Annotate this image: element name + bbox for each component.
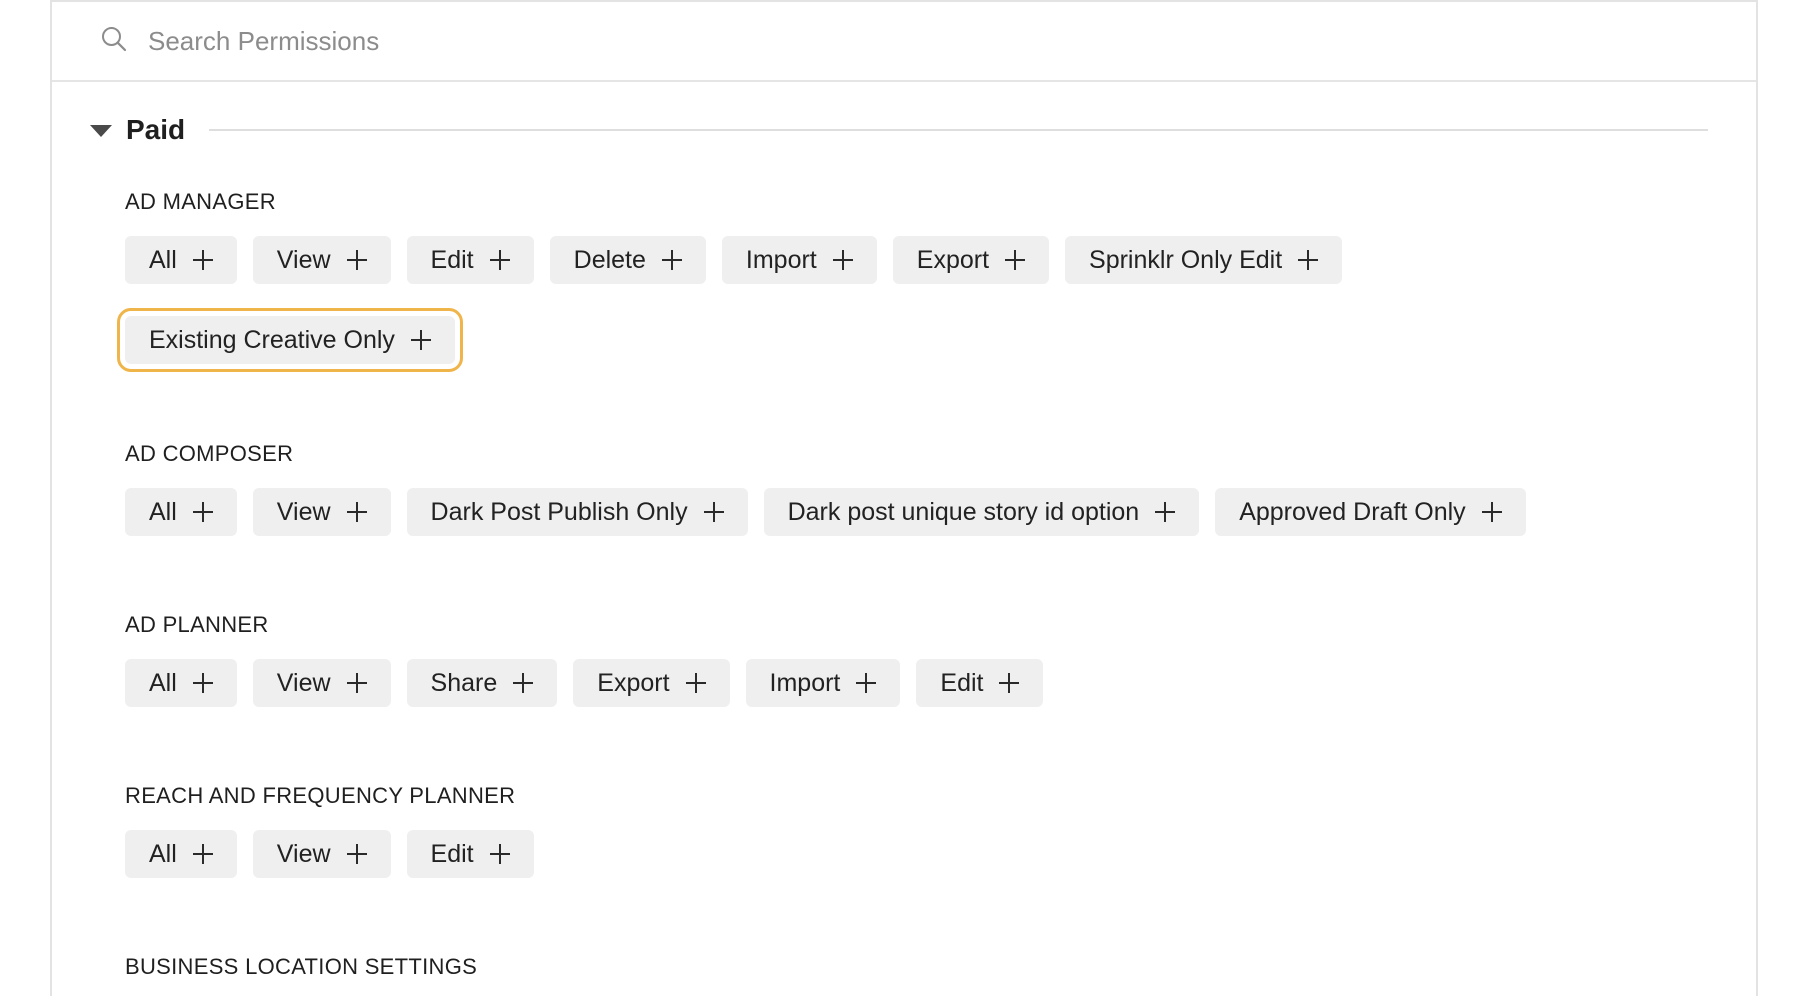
permission-chip[interactable]: Edit bbox=[406, 830, 534, 878]
chip-label: Import bbox=[769, 668, 841, 697]
group-title: REACH AND FREQUENCY PLANNER bbox=[125, 783, 516, 808]
chip-label: All bbox=[149, 497, 177, 526]
plus-icon bbox=[410, 330, 431, 350]
group-title: AD COMPOSER bbox=[125, 441, 294, 466]
plus-icon bbox=[999, 673, 1020, 693]
permission-chip[interactable]: Export bbox=[573, 659, 730, 707]
plus-icon bbox=[1155, 502, 1176, 522]
plus-icon bbox=[1005, 250, 1026, 270]
permission-chip[interactable]: All bbox=[125, 488, 237, 536]
chip-label: Delete bbox=[573, 245, 646, 274]
chip-label: Edit bbox=[430, 245, 474, 274]
plus-icon bbox=[346, 502, 367, 522]
group-business-location-settings: BUSINESS LOCATION SETTINGS bbox=[125, 953, 477, 981]
permission-chip[interactable]: Dark Post Publish Only bbox=[406, 488, 748, 536]
chip-label: Edit bbox=[430, 839, 474, 868]
permission-chip[interactable]: Dark post unique story id option bbox=[763, 488, 1200, 536]
plus-icon bbox=[856, 673, 877, 693]
plus-icon bbox=[661, 250, 682, 270]
plus-icon bbox=[513, 673, 534, 693]
plus-icon bbox=[1298, 250, 1319, 270]
caret-down-icon[interactable] bbox=[90, 125, 112, 137]
group-title: BUSINESS LOCATION SETTINGS bbox=[125, 954, 478, 979]
chip-label: View bbox=[276, 497, 331, 526]
permissions-panel: Paid AD MANAGER All View Edit Delete Imp… bbox=[50, 0, 1758, 996]
permission-chip[interactable]: All bbox=[125, 830, 237, 878]
chip-list: All View Dark Post Publish Only Dark pos… bbox=[125, 488, 1542, 536]
plus-icon bbox=[489, 844, 510, 864]
group-title: AD PLANNER bbox=[125, 612, 269, 637]
permission-chip[interactable]: Sprinklr Only Edit bbox=[1065, 236, 1343, 284]
permission-chip[interactable]: Approved Draft Only bbox=[1215, 488, 1526, 536]
chip-label: View bbox=[276, 668, 331, 697]
permission-chip[interactable]: Import bbox=[745, 659, 901, 707]
plus-icon bbox=[346, 844, 367, 864]
plus-icon bbox=[346, 250, 367, 270]
chip-label: Dark post unique story id option bbox=[787, 497, 1140, 526]
chip-label: View bbox=[276, 839, 331, 868]
permission-chip[interactable]: View bbox=[252, 488, 391, 536]
chip-row: All View Edit Delete Import Export Sprin… bbox=[125, 236, 1358, 284]
chip-label: Dark Post Publish Only bbox=[430, 497, 688, 526]
chip-label: Existing Creative Only bbox=[149, 325, 395, 354]
chip-row: Existing Creative Only bbox=[117, 308, 1358, 372]
permission-chip[interactable]: Export bbox=[892, 236, 1050, 284]
chip-label: All bbox=[149, 839, 177, 868]
plus-icon bbox=[192, 673, 213, 693]
group-ad-planner: AD PLANNER All View Share Export Import … bbox=[125, 611, 1059, 707]
permission-chip[interactable]: View bbox=[252, 236, 391, 284]
permission-chip[interactable]: View bbox=[252, 659, 391, 707]
chip-label: Sprinklr Only Edit bbox=[1089, 245, 1283, 274]
plus-icon bbox=[703, 502, 724, 522]
permission-chip[interactable]: Edit bbox=[406, 236, 534, 284]
plus-icon bbox=[832, 250, 853, 270]
chip-label: All bbox=[149, 245, 177, 274]
search-input[interactable] bbox=[146, 24, 1350, 58]
plus-icon bbox=[1481, 502, 1502, 522]
chip-label: Approved Draft Only bbox=[1239, 497, 1466, 526]
section-header-paid[interactable]: Paid bbox=[90, 112, 1708, 148]
permission-chip-focused[interactable]: Existing Creative Only bbox=[117, 308, 463, 372]
group-ad-composer: AD COMPOSER All View Dark Post Publish O… bbox=[125, 440, 1542, 536]
chip-label: View bbox=[276, 245, 331, 274]
chip-label: Import bbox=[745, 245, 817, 274]
chip-label: Export bbox=[597, 668, 670, 697]
permission-chip[interactable]: Import bbox=[721, 236, 877, 284]
search-icon bbox=[100, 25, 128, 58]
chip-label: Export bbox=[916, 245, 990, 274]
permission-chip[interactable]: All bbox=[125, 236, 237, 284]
chip-label: Share bbox=[430, 668, 498, 697]
group-ad-manager: AD MANAGER All View Edit Delete Import E… bbox=[117, 188, 1358, 372]
section-title: Paid bbox=[126, 114, 186, 145]
chip-label: Edit bbox=[940, 668, 984, 697]
permission-chip[interactable]: View bbox=[252, 830, 391, 878]
permission-chip[interactable]: All bbox=[125, 659, 237, 707]
permission-chip[interactable]: Edit bbox=[916, 659, 1044, 707]
plus-icon bbox=[192, 250, 213, 270]
plus-icon bbox=[685, 673, 706, 693]
plus-icon bbox=[192, 502, 213, 522]
chip-list: All View Edit Delete Import Export Sprin… bbox=[117, 236, 1358, 372]
permission-chip[interactable]: Share bbox=[406, 659, 558, 707]
plus-icon bbox=[489, 250, 510, 270]
divider bbox=[209, 129, 1708, 131]
chip-list: All View Share Export Import Edit bbox=[125, 659, 1059, 707]
group-title: AD MANAGER bbox=[125, 189, 276, 214]
search-bar bbox=[52, 2, 1756, 82]
group-reach-frequency-planner: REACH AND FREQUENCY PLANNER All View Edi… bbox=[125, 782, 550, 878]
chip-list: All View Edit bbox=[125, 830, 550, 878]
plus-icon bbox=[192, 844, 213, 864]
plus-icon bbox=[346, 673, 367, 693]
permission-chip[interactable]: Delete bbox=[549, 236, 706, 284]
chip-label: All bbox=[149, 668, 177, 697]
